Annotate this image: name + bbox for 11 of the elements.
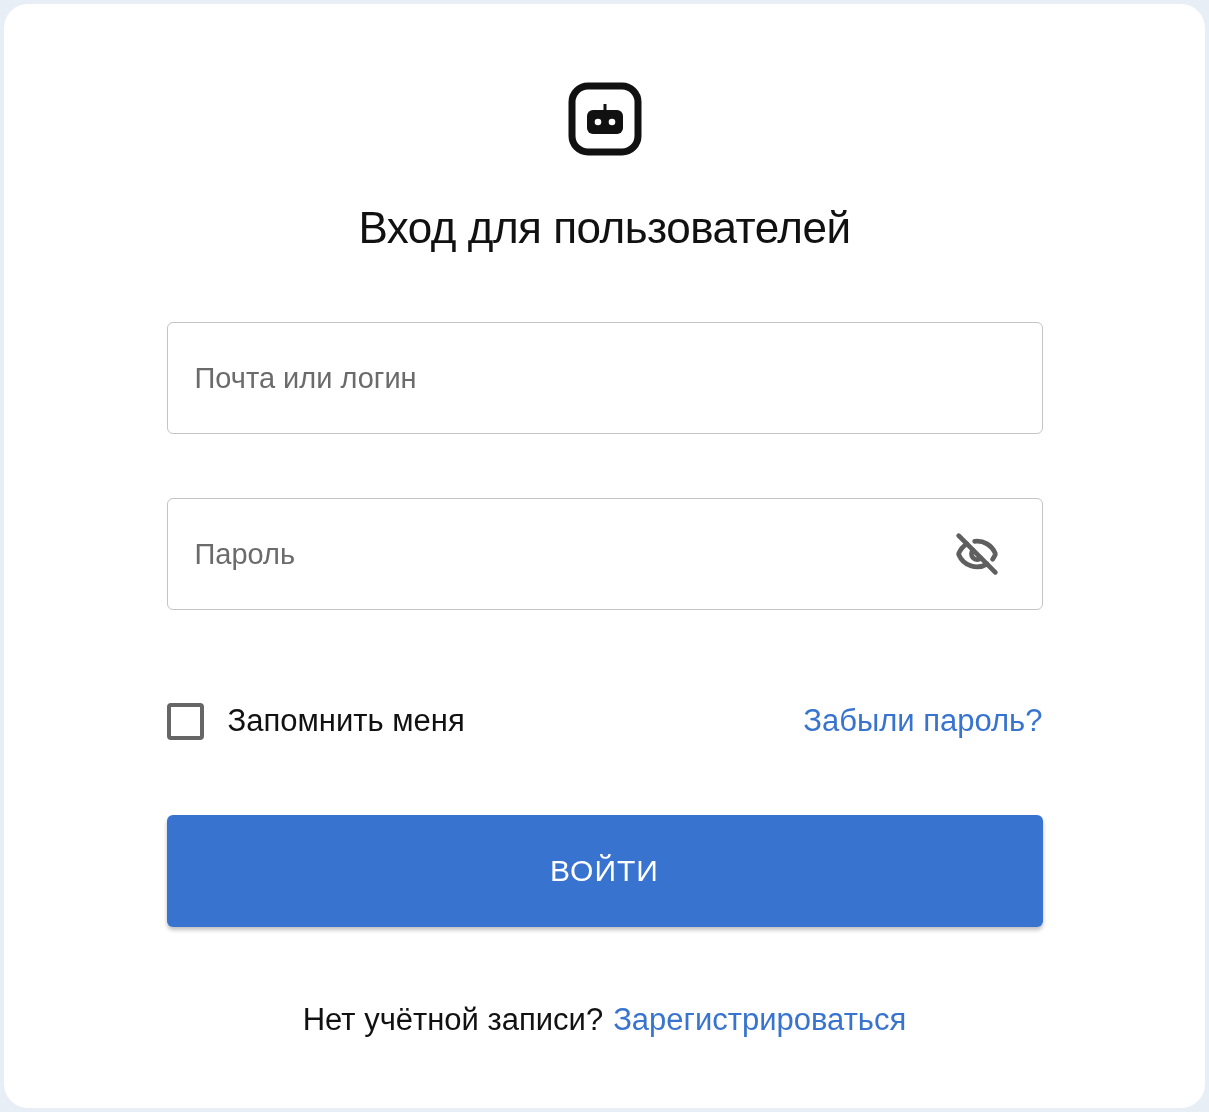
register-link[interactable]: Зарегистрироваться xyxy=(613,996,907,1043)
robot-logo-icon xyxy=(567,82,642,156)
remember-checkbox[interactable] xyxy=(166,702,204,740)
remember-label: Запомнить меня xyxy=(227,702,465,740)
eye-slash-icon[interactable] xyxy=(954,532,999,576)
password-field[interactable]: Пароль xyxy=(166,498,1043,610)
login-field[interactable]: Почта или логин xyxy=(166,322,1043,434)
no-account-text: Нет учётной записи? xyxy=(302,1000,604,1039)
page-title: Вход для пользователей xyxy=(358,202,851,254)
login-button[interactable]: ВОЙТИ xyxy=(166,814,1043,927)
forgot-password-link[interactable]: Забыли пароль? xyxy=(803,698,1043,745)
